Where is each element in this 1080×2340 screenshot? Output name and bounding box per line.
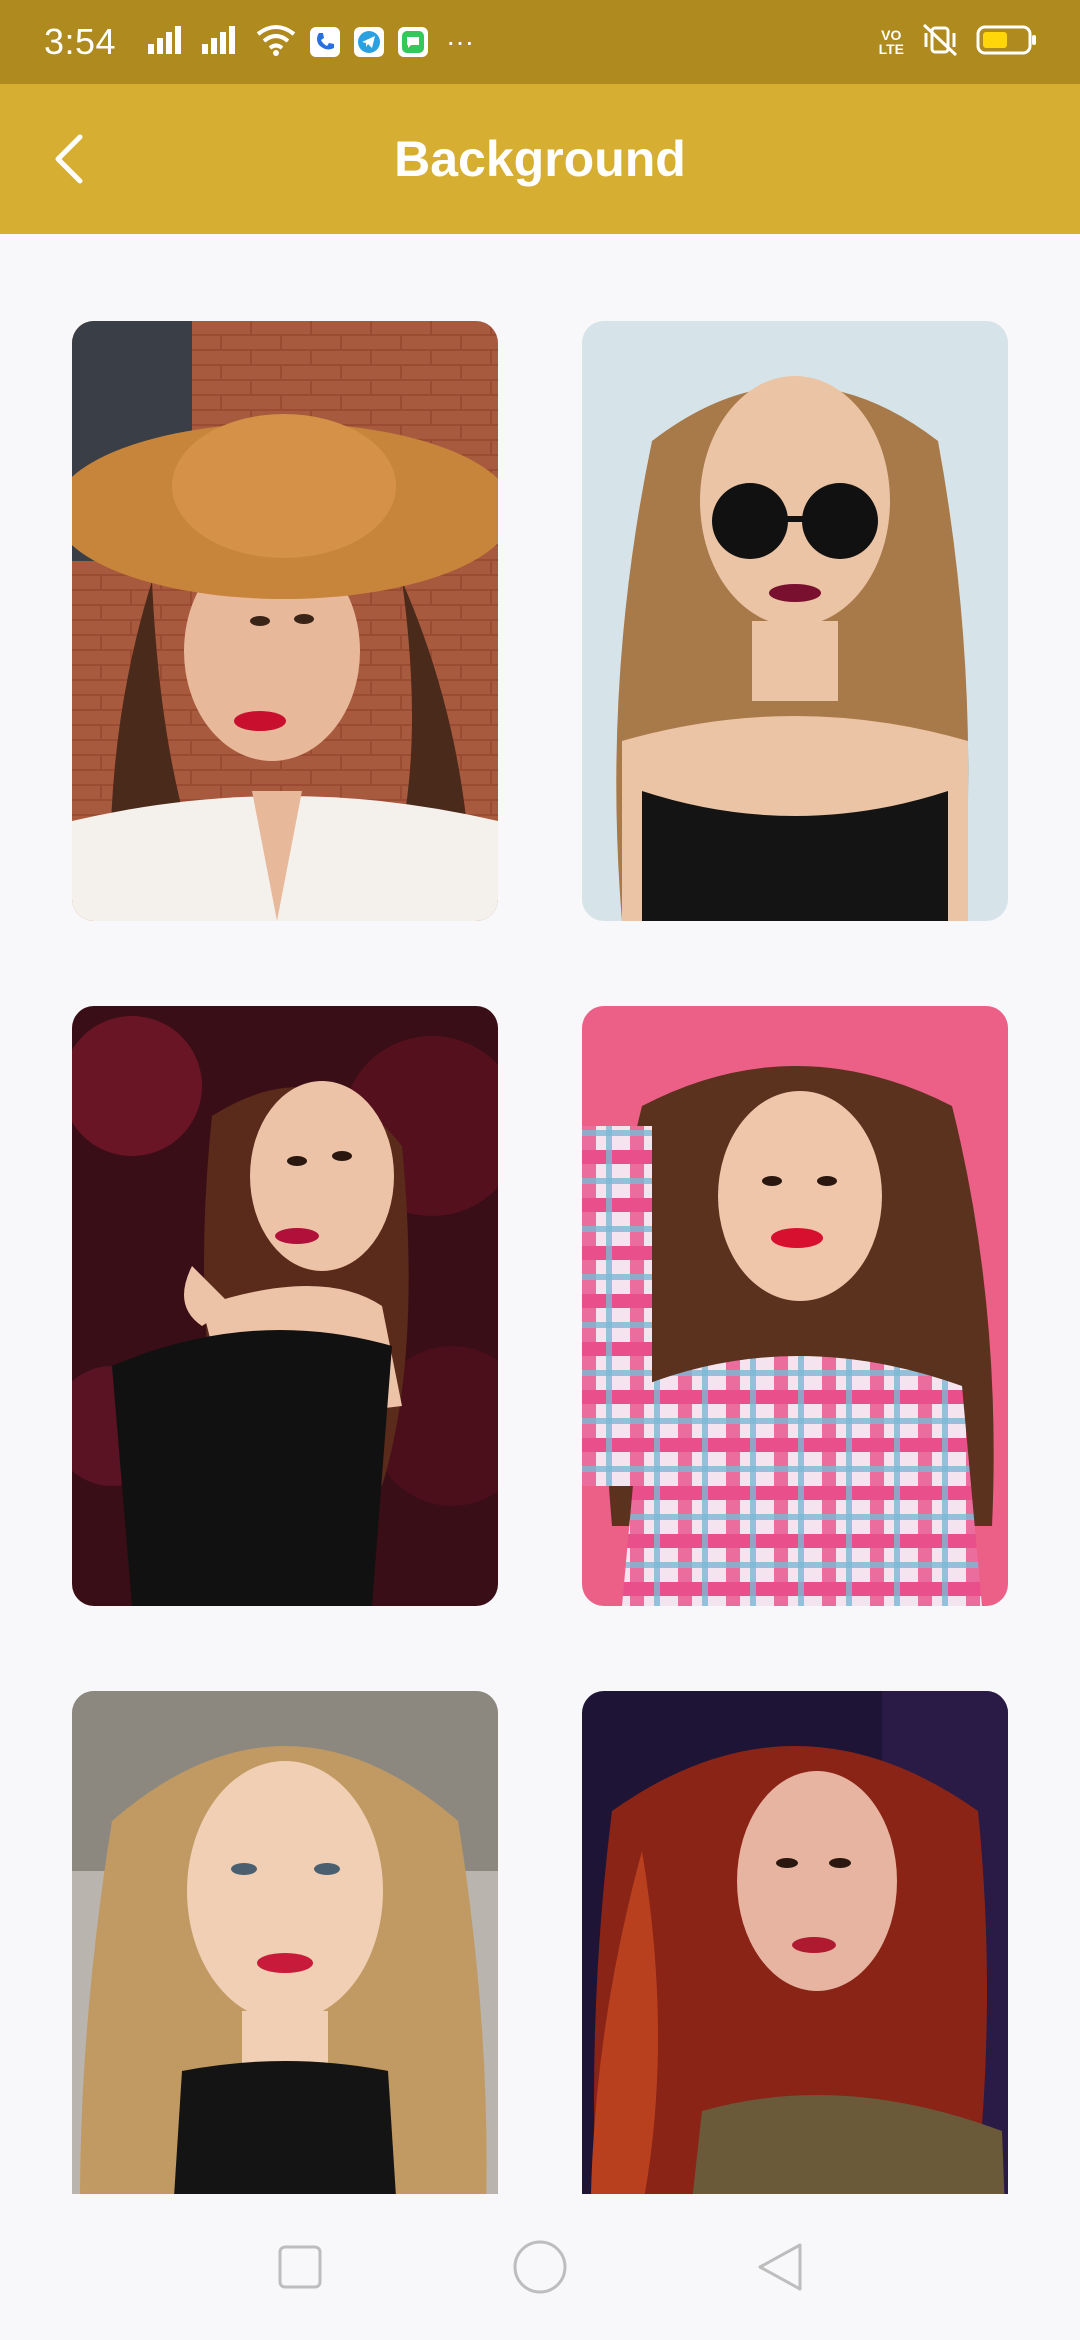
portrait-pink-plaid-image xyxy=(582,1006,1008,1606)
background-card-3[interactable] xyxy=(72,1006,498,1606)
status-bar: 3:54 ··· VO LTE xyxy=(0,0,1080,84)
background-card-2[interactable] xyxy=(582,321,1008,921)
more-notifications-icon: ··· xyxy=(446,26,475,57)
signal-icon xyxy=(148,25,188,59)
app-bar: Background xyxy=(0,84,1080,234)
volte-icon: VO LTE xyxy=(879,28,904,56)
vibrate-mute-icon xyxy=(920,23,960,62)
circle-icon xyxy=(513,2240,567,2294)
background-card-5[interactable] xyxy=(72,1691,498,2194)
portrait-straw-hat-image xyxy=(72,321,498,921)
status-time: 3:54 xyxy=(44,21,117,62)
background-card-1[interactable] xyxy=(72,321,498,921)
portrait-sunglasses-image xyxy=(582,321,1008,921)
signal-icon-2 xyxy=(202,25,242,59)
triangle-back-icon xyxy=(758,2243,802,2291)
wifi-icon xyxy=(256,24,296,61)
recents-button[interactable] xyxy=(260,2227,340,2307)
background-card-4[interactable] xyxy=(582,1006,1008,1606)
battery-icon xyxy=(976,24,1038,61)
square-icon xyxy=(278,2245,322,2289)
telegram-icon xyxy=(354,27,385,57)
chevron-left-icon xyxy=(55,134,83,184)
background-grid xyxy=(0,234,1080,2194)
portrait-red-hair-image xyxy=(582,1691,1008,2194)
phone-app-icon xyxy=(310,27,341,57)
background-card-6[interactable] xyxy=(582,1691,1008,2194)
back-button[interactable] xyxy=(30,119,110,199)
system-back-button[interactable] xyxy=(740,2227,820,2307)
portrait-blonde-image xyxy=(72,1691,498,2194)
system-nav-bar xyxy=(0,2194,1080,2340)
volte-bottom: LTE xyxy=(878,41,904,57)
portrait-dark-red-image xyxy=(72,1006,498,1606)
page-title: Background xyxy=(394,131,686,187)
home-button[interactable] xyxy=(500,2227,580,2307)
messages-icon xyxy=(398,27,429,57)
